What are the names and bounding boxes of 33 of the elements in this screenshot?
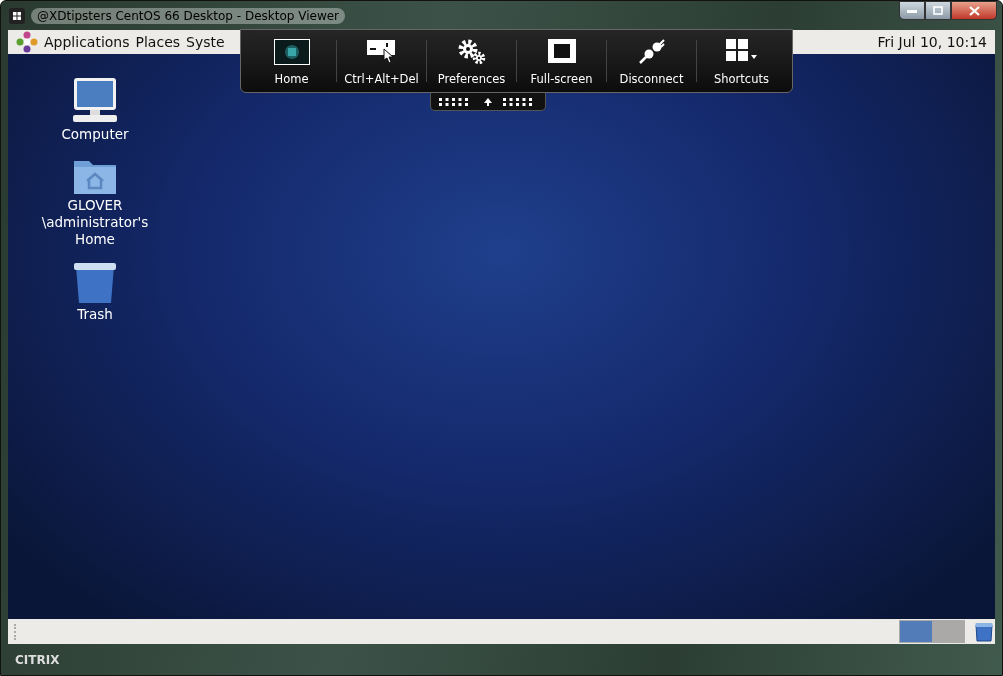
maximize-icon bbox=[933, 6, 943, 15]
desktop-icon-label[interactable]: Trash bbox=[40, 306, 150, 323]
close-icon bbox=[968, 5, 980, 16]
fullscreen-icon bbox=[547, 39, 576, 63]
citrix-logo: CITRIX bbox=[15, 652, 60, 667]
toolbar-button[interactable]: Shortcuts bbox=[697, 33, 786, 89]
minimize-icon bbox=[907, 8, 917, 13]
minimize-button[interactable] bbox=[899, 1, 925, 20]
flower-logo-icon[interactable] bbox=[16, 31, 38, 53]
desktop-icon-label[interactable]: Computer bbox=[40, 126, 150, 143]
window-title: @XDtipsters CentOS 66 Desktop - Desktop Viewer bbox=[31, 7, 346, 24]
gears-icon bbox=[456, 39, 487, 65]
computer-icon[interactable] bbox=[71, 76, 119, 124]
desktop-icon-label[interactable]: GLOVER \administrator's Home bbox=[40, 197, 150, 248]
clock[interactable]: Fri Jul 10, 10:14 bbox=[877, 34, 987, 50]
panel-menu[interactable]: Syste bbox=[186, 34, 227, 50]
toolbar-collapse-handle[interactable] bbox=[429, 93, 546, 111]
toolbar-button[interactable]: Ctrl+Alt+Del bbox=[337, 33, 426, 89]
toolbar-button[interactable]: Preferences bbox=[427, 33, 516, 89]
close-button[interactable] bbox=[951, 1, 997, 20]
panel-menu[interactable]: Applications bbox=[44, 34, 132, 50]
grid-dropdown-icon bbox=[725, 39, 758, 63]
trash-icon[interactable] bbox=[975, 621, 993, 642]
window-logo-icon bbox=[9, 7, 25, 24]
toolbar-button[interactable]: Home bbox=[247, 33, 336, 89]
unplugged-icon bbox=[637, 39, 666, 65]
toolbar-button[interactable]: Full-screen bbox=[517, 33, 606, 89]
trash-icon[interactable] bbox=[73, 262, 117, 304]
screen-thumbnail-icon bbox=[273, 39, 310, 65]
maximize-button[interactable] bbox=[925, 1, 951, 20]
keyboard-pointer-icon bbox=[366, 39, 397, 65]
panel-menu[interactable]: Places bbox=[135, 34, 183, 50]
toolbar-button[interactable]: Disconnect bbox=[607, 33, 696, 89]
